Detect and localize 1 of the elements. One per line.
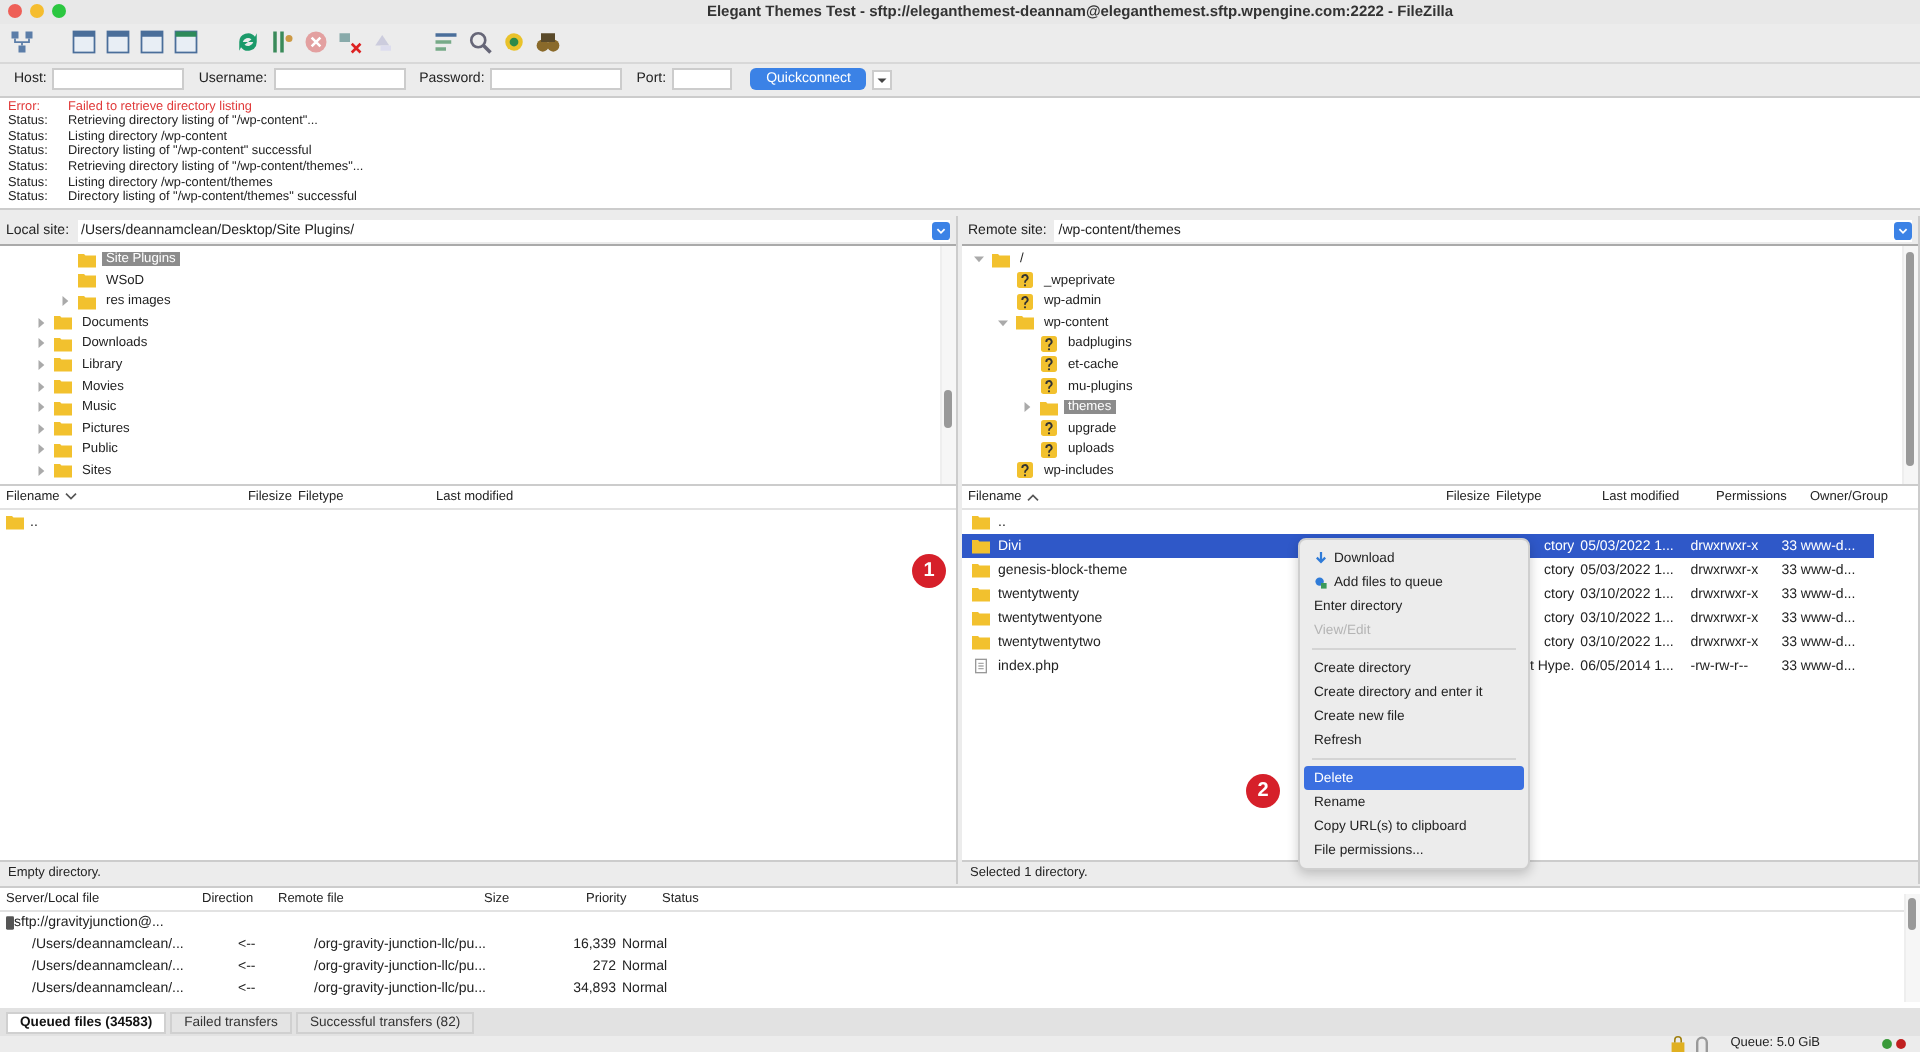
step-marker: 2: [1246, 774, 1280, 809]
